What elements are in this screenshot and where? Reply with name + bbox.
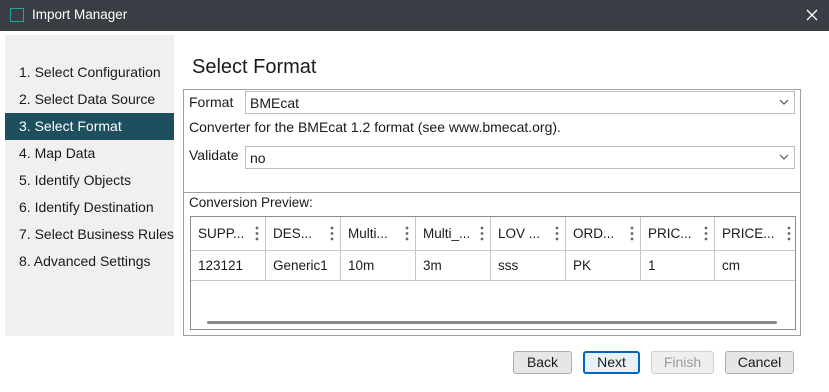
- column-header[interactable]: LOV ...: [491, 217, 566, 251]
- close-icon: [806, 9, 818, 21]
- window-title: Import Manager: [32, 7, 128, 22]
- format-value: BMEcat: [250, 95, 300, 111]
- format-label: Format: [189, 94, 234, 110]
- column-menu-icon[interactable]: [555, 226, 559, 241]
- table-header-row: SUPP... DES... Multi... Multi_... LOV ..…: [191, 217, 795, 251]
- table-cell[interactable]: 123121: [191, 251, 266, 281]
- step-advanced-settings[interactable]: 8. Advanced Settings: [5, 248, 174, 275]
- column-header[interactable]: SUPP...: [191, 217, 266, 251]
- format-panel: Format BMEcat Converter for the BMEcat 1…: [183, 89, 801, 336]
- conversion-preview-table: SUPP... DES... Multi... Multi_... LOV ..…: [190, 216, 796, 330]
- column-header[interactable]: DES...: [266, 217, 341, 251]
- page-title: Select Format: [192, 56, 317, 78]
- cell-text: PK: [573, 258, 592, 273]
- column-header-label: LOV ...: [498, 226, 541, 241]
- cell-text: 10m: [348, 258, 375, 273]
- column-header[interactable]: Multi_...: [416, 217, 491, 251]
- chevron-down-icon: [779, 154, 789, 160]
- column-menu-icon[interactable]: [787, 226, 791, 241]
- wizard-steps-sidebar: 1. Select Configuration 2. Select Data S…: [5, 35, 174, 336]
- column-menu-icon[interactable]: [630, 226, 634, 241]
- column-menu-icon[interactable]: [480, 226, 484, 241]
- column-menu-icon[interactable]: [704, 226, 708, 241]
- column-menu-icon[interactable]: [255, 226, 259, 241]
- cell-text: Generic1: [273, 258, 328, 273]
- column-header-label: PRICE...: [722, 226, 775, 241]
- column-header-label: DES...: [273, 226, 313, 241]
- close-button[interactable]: [800, 4, 824, 26]
- finish-button[interactable]: Finish: [651, 351, 714, 374]
- validate-value: no: [250, 150, 266, 166]
- column-header[interactable]: PRICE...: [715, 217, 795, 251]
- table-cell[interactable]: 1: [641, 251, 715, 281]
- title-bar: Import Manager: [0, 0, 829, 31]
- step-select-data-source[interactable]: 2. Select Data Source: [5, 86, 174, 113]
- table-cell[interactable]: sss: [491, 251, 566, 281]
- table-cell[interactable]: cm: [715, 251, 795, 281]
- table-cell[interactable]: PK: [566, 251, 641, 281]
- chevron-down-icon: [779, 99, 789, 105]
- column-header-label: Multi_...: [423, 226, 471, 241]
- format-description: Converter for the BMEcat 1.2 format (see…: [189, 119, 561, 135]
- cancel-button[interactable]: Cancel: [725, 351, 794, 374]
- column-header-label: Multi...: [348, 226, 388, 241]
- back-button[interactable]: Back: [513, 351, 572, 374]
- table-cell[interactable]: Generic1: [266, 251, 341, 281]
- cell-text: sss: [498, 258, 519, 273]
- conversion-preview-label: Conversion Preview:: [189, 195, 313, 210]
- column-header-label: ORD...: [573, 226, 615, 241]
- column-header[interactable]: Multi...: [341, 217, 416, 251]
- cell-text: 123121: [198, 258, 244, 273]
- column-header[interactable]: ORD...: [566, 217, 641, 251]
- step-select-format[interactable]: 3. Select Format: [5, 113, 174, 140]
- format-dropdown[interactable]: BMEcat: [245, 91, 795, 114]
- step-select-configuration[interactable]: 1. Select Configuration: [5, 59, 174, 86]
- app-icon: [10, 8, 24, 22]
- cell-text: 3m: [423, 258, 442, 273]
- column-menu-icon[interactable]: [405, 226, 409, 241]
- step-select-business-rules[interactable]: 7. Select Business Rules: [5, 221, 174, 248]
- column-header[interactable]: PRIC...: [641, 217, 715, 251]
- section-divider: [184, 192, 800, 193]
- validate-dropdown[interactable]: no: [245, 146, 795, 169]
- horizontal-scrollbar[interactable]: [207, 321, 777, 324]
- column-header-label: PRIC...: [648, 226, 692, 241]
- table-cell[interactable]: 10m: [341, 251, 416, 281]
- validate-label: Validate: [189, 147, 239, 163]
- step-map-data[interactable]: 4. Map Data: [5, 140, 174, 167]
- cell-text: 1: [648, 258, 656, 273]
- next-button[interactable]: Next: [583, 351, 640, 374]
- step-identify-objects[interactable]: 5. Identify Objects: [5, 167, 174, 194]
- step-identify-destination[interactable]: 6. Identify Destination: [5, 194, 174, 221]
- table-cell[interactable]: 3m: [416, 251, 491, 281]
- column-header-label: SUPP...: [198, 226, 245, 241]
- column-menu-icon[interactable]: [330, 226, 334, 241]
- cell-text: cm: [722, 258, 740, 273]
